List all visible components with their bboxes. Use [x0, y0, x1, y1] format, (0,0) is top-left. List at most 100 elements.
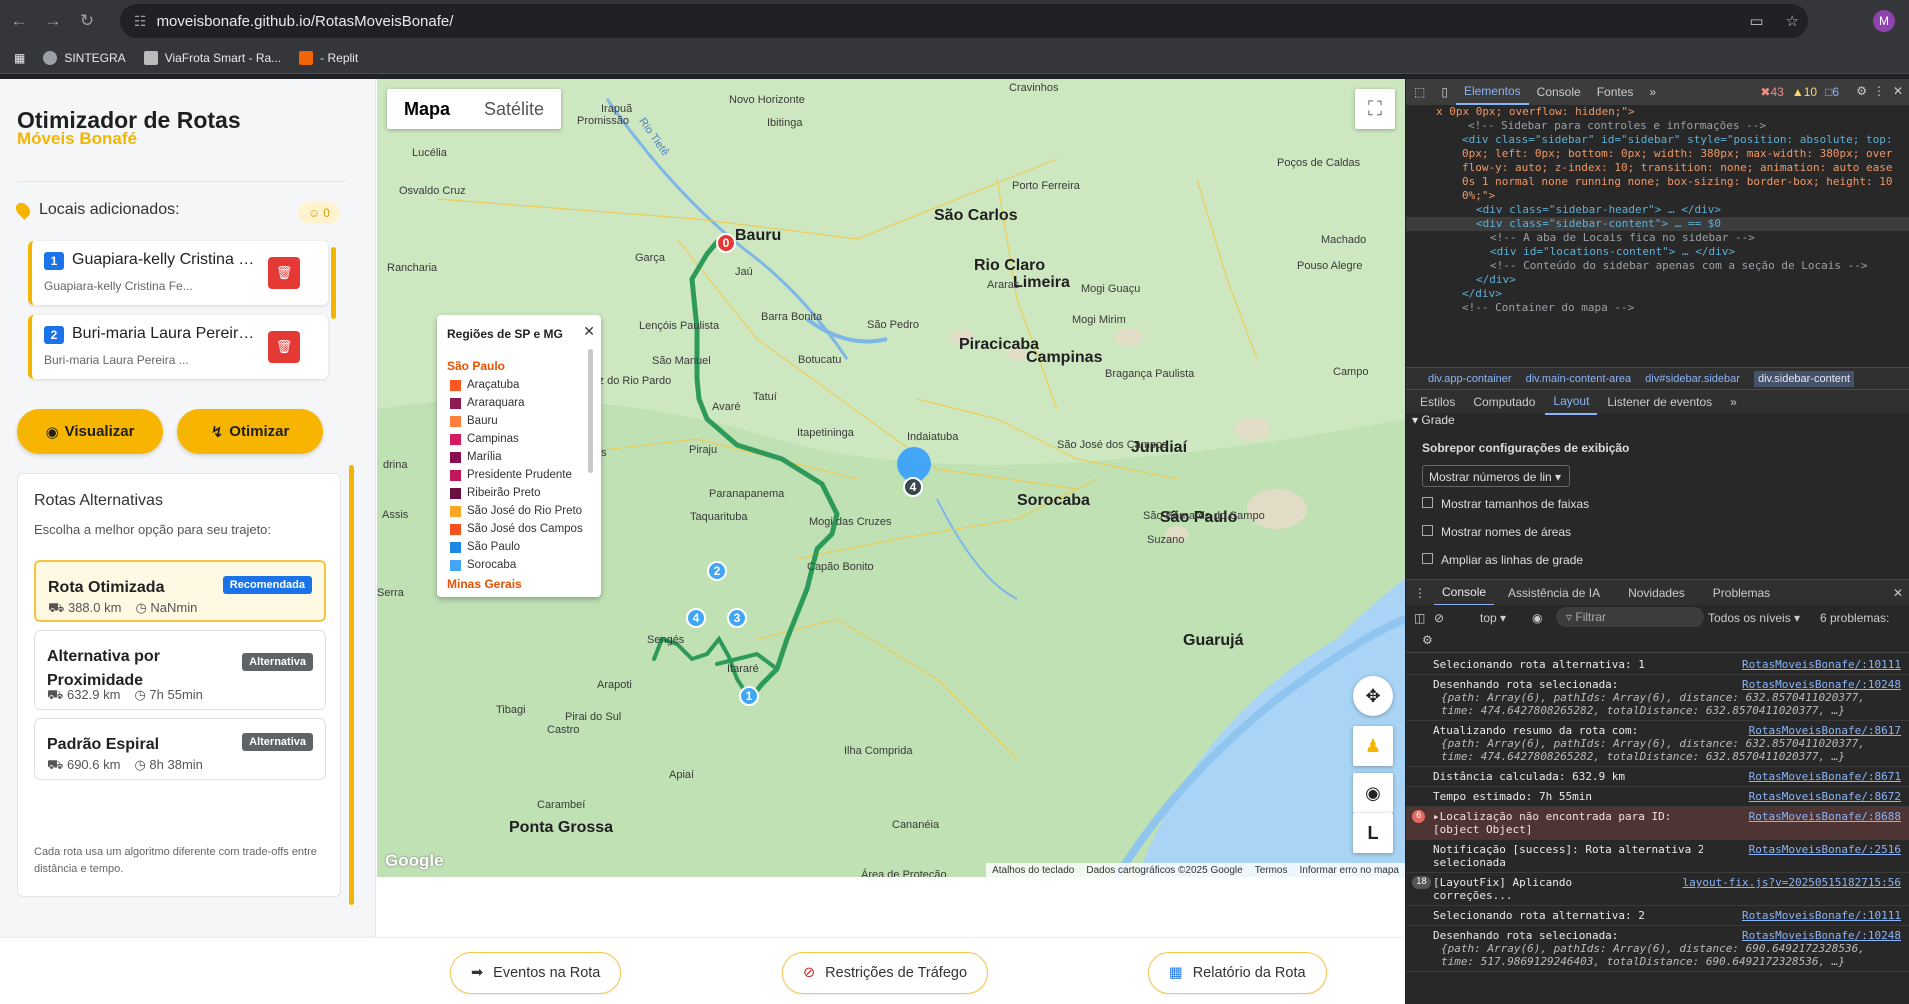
log-levels-select[interactable]: Todos os níveis ▾ [1708, 611, 1800, 625]
sidebar-toggle-icon[interactable]: ◫ [1414, 611, 1425, 625]
console-message[interactable]: Selecionando rota alternativa: 2 RotasMov… [1406, 906, 1909, 926]
map-type-satellite[interactable]: Satélite [467, 89, 561, 129]
console-object-preview[interactable]: {path: Array(6), pathIds: Array(6), dist… [1433, 737, 1901, 750]
delete-location-button[interactable]: 🗑 [268, 257, 300, 289]
context-select[interactable]: top ▾ [1480, 611, 1506, 625]
address-bar[interactable]: ☷ moveisbonafe.github.io/RotasMoveisBona… [120, 4, 1808, 38]
route-card-optimized[interactable]: Rota Otimizada Recomendada ⛟ 388.0 km ◷ N… [34, 560, 326, 622]
camera-control-icon[interactable]: ✥ [1353, 676, 1393, 716]
report-error-link[interactable]: Informar erro no mapa [1300, 865, 1400, 876]
layers-button[interactable]: L [1353, 813, 1393, 853]
tab-sources[interactable]: Fontes [1589, 79, 1642, 105]
route-marker[interactable]: 4 [903, 477, 923, 497]
console-source-link[interactable]: RotasMoveisBonafe/:8671 [1749, 770, 1901, 783]
bookmark-star-icon[interactable]: ☆ [1786, 12, 1799, 30]
map-canvas[interactable]: Bauru São Carlos Rio Claro Limeira Piracicab… [377, 79, 1405, 877]
extend-grid-lines-checkbox[interactable]: Ampliar as linhas de grade [1422, 553, 1583, 567]
drawer-tab-issues[interactable]: Problemas [1705, 580, 1778, 606]
bookmark-item[interactable]: ViaFrota Smart - Ra... [143, 50, 281, 65]
map-type-map[interactable]: Mapa [387, 89, 467, 129]
clear-console-icon[interactable]: ⊘ [1434, 611, 1444, 625]
settings-gear-icon[interactable]: ⚙ [1856, 84, 1867, 98]
console-message[interactable]: Notificação [success]: Rota alternativa … [1406, 840, 1909, 873]
drawer-menu-icon[interactable]: ⋮ [1406, 580, 1434, 606]
install-app-icon[interactable]: ▭ [1749, 12, 1763, 30]
show-track-sizes-checkbox[interactable]: Mostrar tamanhos de faixas [1422, 497, 1589, 511]
console-error[interactable]: 6 ▸Localização não encontrada para ID: [ob… [1406, 807, 1909, 840]
drawer-tab-whats-new[interactable]: Novidades [1620, 580, 1693, 606]
info-count[interactable]: □6 [1825, 85, 1839, 99]
route-marker[interactable]: 3 [727, 608, 747, 628]
my-location-icon[interactable]: ◉ [1353, 773, 1393, 813]
tab-event-listeners[interactable]: Listener de eventos [1599, 389, 1720, 415]
console-source-link[interactable]: RotasMoveisBonafe/:10248 [1742, 929, 1901, 942]
visualize-button[interactable]: ◉ Visualizar [17, 409, 163, 454]
more-tabs-icon[interactable]: » [1641, 79, 1664, 105]
location-item[interactable]: 2 Buri-maria Laura Pereira ... Buri-mari… [28, 315, 328, 379]
locations-scrollbar[interactable] [331, 247, 336, 319]
console-object-preview[interactable]: time: 517.9869129246403, totalDistance: … [1433, 955, 1901, 968]
console-source-link[interactable]: RotasMoveisBonafe/:10111 [1742, 909, 1901, 922]
close-drawer-icon[interactable]: ✕ [1893, 586, 1903, 600]
close-icon[interactable]: ✕ [583, 323, 595, 340]
tab-layout[interactable]: Layout [1545, 389, 1598, 415]
kebab-menu-icon[interactable]: ⋮ [1873, 84, 1885, 98]
error-count[interactable]: ✖43 [1760, 85, 1783, 99]
console-message[interactable]: Atualizando resumo da rota com: {path: Ar… [1406, 721, 1909, 767]
inspect-icon[interactable]: ⬚ [1406, 79, 1433, 105]
optimize-button[interactable]: ↯ Otimizar [177, 409, 323, 454]
route-marker[interactable]: 1 [739, 686, 759, 706]
console-object-preview[interactable]: time: 474.6427808265282, totalDistance: … [1433, 704, 1901, 717]
grid-overlay-select[interactable]: Mostrar números de lin ▾ [1422, 465, 1570, 487]
route-marker-start[interactable]: 0 [716, 233, 736, 253]
console-source-link[interactable]: RotasMoveisBonafe/:8688 [1749, 810, 1901, 823]
forward-icon[interactable]: → [38, 6, 68, 36]
console-filter-input[interactable]: ▿ Filtrar [1556, 607, 1704, 627]
tab-styles[interactable]: Estilos [1412, 389, 1463, 415]
route-marker[interactable]: 4 [686, 608, 706, 628]
console-source-link[interactable]: RotasMoveisBonafe/:10248 [1742, 678, 1901, 691]
drawer-tab-console[interactable]: Console [1434, 580, 1495, 606]
bookmark-item[interactable]: - Replit [299, 50, 358, 65]
code-line-selected[interactable]: <div class="sidebar-content"> … == $0 [1406, 217, 1909, 231]
breadcrumb-item[interactable]: div.app-container [1428, 373, 1512, 385]
route-card-spiral[interactable]: Padrão Espiral Alternativa ⛟ 690.6 km ◷ 8… [34, 718, 326, 780]
console-source-link[interactable]: RotasMoveisBonafe/:2516 [1749, 843, 1901, 856]
traffic-restrictions-button[interactable]: ⊘ Restrições de Tráfego [782, 952, 989, 994]
route-events-button[interactable]: ➡ Eventos na Rota [450, 952, 622, 994]
breadcrumb-item[interactable]: div#sidebar.sidebar [1645, 373, 1740, 385]
apps-grid-icon[interactable]: ▦ [14, 51, 25, 65]
show-area-names-checkbox[interactable]: Mostrar nomes de áreas [1422, 525, 1571, 539]
console-object-preview[interactable]: {path: Array(6), pathIds: Array(6), dist… [1433, 942, 1901, 955]
more-tabs-icon[interactable]: » [1722, 389, 1745, 415]
route-marker[interactable]: 2 [707, 561, 727, 581]
legend-scrollbar[interactable] [588, 349, 593, 473]
pegman-icon[interactable]: ♟ [1353, 726, 1393, 766]
breadcrumb-item[interactable]: div.sidebar-content [1753, 370, 1855, 387]
console-message[interactable]: Distância calculada: 632.9 km RotasMoveis… [1406, 767, 1909, 787]
drawer-tab-ai[interactable]: Assistência de IA [1500, 580, 1608, 606]
console-source-link[interactable]: RotasMoveisBonafe/:10111 [1742, 658, 1901, 671]
console-settings-gear-icon[interactable]: ⚙ [1422, 633, 1433, 647]
code-line[interactable]: <div class="sidebar-header"> … </div> [1406, 203, 1909, 217]
location-item[interactable]: 1 Guapiara-kelly Cristina Fe... Guapiara… [28, 241, 328, 305]
console-source-link[interactable]: RotasMoveisBonafe/:8672 [1749, 790, 1901, 803]
code-line[interactable]: <div id="locations-content"> … </div> [1406, 245, 1909, 259]
console-message[interactable]: Desenhando rota selecionada: {path: Array… [1406, 926, 1909, 972]
close-devtools-icon[interactable]: ✕ [1893, 84, 1903, 98]
issues-count[interactable]: 6 problemas: [1820, 611, 1889, 625]
route-report-button[interactable]: ▦ Relatório da Rota [1148, 952, 1327, 994]
grid-section-header[interactable]: ▾ Grade [1412, 413, 1455, 427]
sidebar-scrollbar[interactable] [349, 465, 354, 905]
route-card-proximity[interactable]: Alternativa por Proximidade Alternativa … [34, 630, 326, 710]
breadcrumb-item[interactable]: div.main-content-area [1526, 373, 1632, 385]
reload-icon[interactable]: ↻ [72, 6, 102, 36]
tab-console[interactable]: Console [1529, 79, 1589, 105]
console-source-link[interactable]: RotasMoveisBonafe/:8617 [1749, 724, 1901, 737]
code-line[interactable]: <div class="sidebar" id="sidebar" style=… [1406, 133, 1909, 147]
profile-avatar[interactable]: M [1873, 10, 1895, 32]
console-message[interactable]: Desenhando rota selecionada: {path: Array… [1406, 675, 1909, 721]
keyboard-shortcuts-link[interactable]: Atalhos do teclado [992, 865, 1074, 876]
console-object-preview[interactable]: time: 474.6427808265282, totalDistance: … [1433, 750, 1901, 763]
fullscreen-icon[interactable]: ⛶ [1355, 89, 1395, 129]
